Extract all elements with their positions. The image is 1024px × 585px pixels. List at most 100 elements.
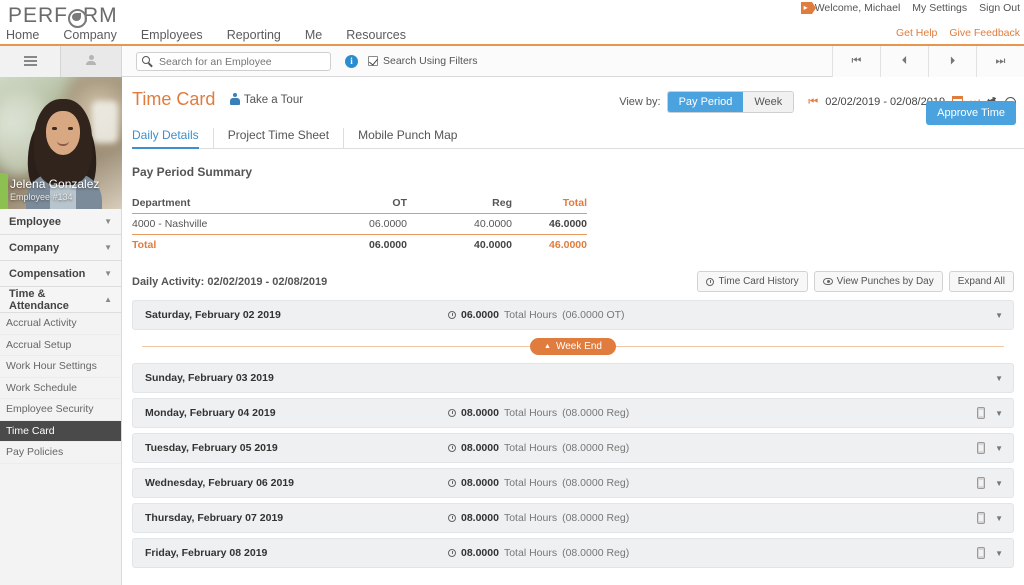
day-hours-value: 06.0000 <box>461 309 499 321</box>
take-a-tour-link[interactable]: Take a Tour <box>230 93 303 106</box>
welcome-message: ▸ Welcome, Michael <box>801 2 901 14</box>
search-using-filters-checkbox[interactable]: Search Using Filters <box>368 55 478 67</box>
sidebar-group-company[interactable]: Company ▼ <box>0 235 121 261</box>
view-punches-by-day-button[interactable]: View Punches by Day <box>814 271 943 292</box>
pager-first-button[interactable]: ⏮ <box>832 46 880 77</box>
daily-activity-title: Daily Activity: 02/02/2019 - 02/08/2019 <box>132 276 327 288</box>
pager-prev-button[interactable]: ⏴ <box>880 46 928 77</box>
sidebar-item-accrual-setup[interactable]: Accrual Setup <box>0 335 121 357</box>
search-using-filters-label: Search Using Filters <box>383 55 478 67</box>
chevron-down-icon[interactable]: ▼ <box>995 514 1003 523</box>
chevron-down-icon[interactable]: ▼ <box>995 479 1003 488</box>
view-by-pay-period-button[interactable]: Pay Period <box>668 92 744 112</box>
week-end-divider: ▲ Week End <box>142 335 1004 357</box>
daily-activity-header: Daily Activity: 02/02/2019 - 02/08/2019 … <box>132 271 1014 292</box>
chevron-down-icon[interactable]: ▼ <box>995 444 1003 453</box>
nav-item-resources[interactable]: Resources <box>334 26 418 44</box>
clock-icon <box>448 409 456 417</box>
clock-icon <box>448 479 456 487</box>
chevron-up-icon: ▲ <box>544 343 551 350</box>
tab-project-time-sheet[interactable]: Project Time Sheet <box>213 128 343 148</box>
mobile-punch-icon[interactable] <box>977 407 985 419</box>
my-settings-link[interactable]: My Settings <box>912 2 967 14</box>
sidebar-item-employee-security[interactable]: Employee Security <box>0 399 121 421</box>
day-hours-value: 08.0000 <box>461 512 499 524</box>
get-help-link[interactable]: Get Help <box>896 27 937 39</box>
sign-out-link[interactable]: Sign Out <box>979 2 1020 14</box>
summary-ot-value: 06.0000 <box>307 218 407 230</box>
day-date: Tuesday, February 05 2019 <box>133 442 448 454</box>
sidebar-group-time-attendance-label: Time & Attendance <box>9 288 104 312</box>
day-date: Monday, February 04 2019 <box>133 407 448 419</box>
table-row[interactable]: Monday, February 04 2019 08.0000 Total H… <box>132 398 1014 428</box>
day-row-icons: ▼ <box>995 374 1013 383</box>
top-bar: PERFRM Home Company Employees Reporting … <box>0 0 1024 46</box>
person-view-button[interactable] <box>61 46 122 77</box>
page-title: Time Card <box>132 89 215 110</box>
summary-total-total: 46.0000 <box>512 239 587 251</box>
pay-period-summary-title: Pay Period Summary <box>132 165 1024 179</box>
welcome-text: Welcome, Michael <box>815 2 901 14</box>
mobile-punch-icon[interactable] <box>977 477 985 489</box>
clock-icon <box>448 444 456 452</box>
nav-item-home[interactable]: Home <box>4 26 51 44</box>
give-feedback-link[interactable]: Give Feedback <box>949 27 1020 39</box>
table-row[interactable]: Tuesday, February 05 2019 08.0000 Total … <box>132 433 1014 463</box>
table-row[interactable]: Saturday, February 02 2019 06.0000 Total… <box>132 300 1014 330</box>
chevron-down-icon[interactable]: ▼ <box>995 374 1003 383</box>
day-hours-detail: (08.0000 Reg) <box>562 442 629 454</box>
search-input[interactable] <box>136 52 331 71</box>
pager-last-button[interactable]: ⏭ <box>976 46 1024 77</box>
previous-period-icon[interactable]: ⏮ <box>808 96 818 109</box>
sidebar-group-compensation[interactable]: Compensation ▼ <box>0 261 121 287</box>
table-row[interactable]: Wednesday, February 06 2019 08.0000 Tota… <box>132 468 1014 498</box>
sidebar-item-accrual-activity[interactable]: Accrual Activity <box>0 313 121 335</box>
table-row[interactable]: Sunday, February 03 2019 ▼ <box>132 363 1014 393</box>
perform-logo: PERFRM <box>8 4 118 28</box>
summary-reg-value: 40.0000 <box>407 218 512 230</box>
nav-item-reporting[interactable]: Reporting <box>215 26 293 44</box>
search-field-wrapper <box>136 52 331 71</box>
mobile-punch-icon[interactable] <box>977 512 985 524</box>
day-hours-value: 08.0000 <box>461 442 499 454</box>
day-hours-value: 08.0000 <box>461 477 499 489</box>
take-a-tour-label: Take a Tour <box>244 94 303 106</box>
table-row[interactable]: Friday, February 08 2019 08.0000 Total H… <box>132 538 1014 568</box>
help-links: Get Help Give Feedback <box>896 27 1020 39</box>
day-row-icons: ▼ <box>977 442 1013 454</box>
nav-item-me[interactable]: Me <box>293 26 334 44</box>
chevron-down-icon[interactable]: ▼ <box>995 409 1003 418</box>
sidebar-group-employee[interactable]: Employee ▼ <box>0 209 121 235</box>
time-card-history-button[interactable]: Time Card History <box>697 271 807 292</box>
day-date: Wednesday, February 06 2019 <box>133 477 448 489</box>
info-icon[interactable]: i <box>345 55 358 68</box>
user-flag-icon: ▸ <box>801 2 812 14</box>
employee-id: Employee #134 <box>10 191 116 203</box>
approve-time-button[interactable]: Approve Time <box>926 101 1016 125</box>
summary-col-ot: OT <box>307 197 407 209</box>
table-row[interactable]: Thursday, February 07 2019 08.0000 Total… <box>132 503 1014 533</box>
sidebar-item-pay-policies[interactable]: Pay Policies <box>0 442 121 464</box>
sidebar-item-work-schedule[interactable]: Work Schedule <box>0 378 121 400</box>
pager-next-button[interactable]: ⏵ <box>928 46 976 77</box>
sidebar-item-time-card[interactable]: Time Card <box>0 421 121 443</box>
list-view-button[interactable] <box>0 46 61 77</box>
tab-daily-details[interactable]: Daily Details <box>132 128 213 148</box>
clock-icon <box>448 311 456 319</box>
chevron-down-icon[interactable]: ▼ <box>995 549 1003 558</box>
chevron-down-icon[interactable]: ▼ <box>995 311 1003 320</box>
pay-period-summary-table: Department OT Reg Total 4000 - Nashville… <box>132 193 587 255</box>
mobile-punch-icon[interactable] <box>977 547 985 559</box>
tab-mobile-punch-map[interactable]: Mobile Punch Map <box>343 128 471 148</box>
week-end-badge[interactable]: ▲ Week End <box>530 338 616 355</box>
sidebar-item-work-hour-settings[interactable]: Work Hour Settings <box>0 356 121 378</box>
nav-item-company[interactable]: Company <box>51 26 129 44</box>
expand-all-button[interactable]: Expand All <box>949 271 1014 292</box>
sidebar-group-time-attendance[interactable]: Time & Attendance ▲ <box>0 287 121 313</box>
mobile-punch-icon[interactable] <box>977 442 985 454</box>
view-by-week-button[interactable]: Week <box>743 92 793 112</box>
day-hours: 08.0000 Total Hours (08.0000 Reg) <box>448 442 629 454</box>
logo-orbit-icon <box>68 9 83 24</box>
nav-item-employees[interactable]: Employees <box>129 26 215 44</box>
week-end-label: Week End <box>556 341 602 352</box>
